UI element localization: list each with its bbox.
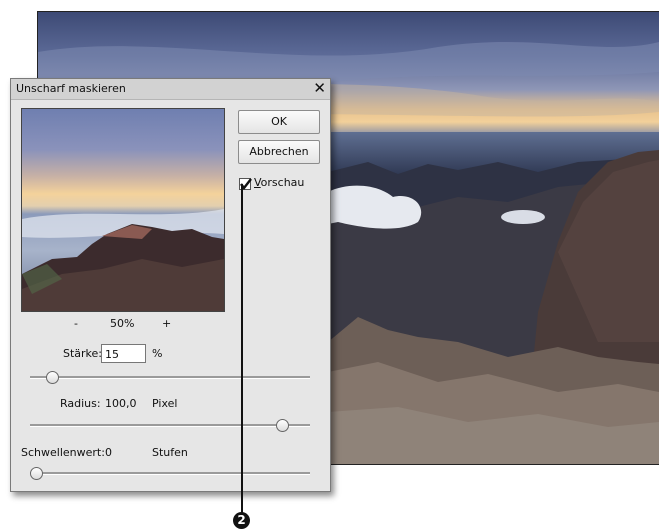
dialog-titlebar[interactable]: Unscharf maskieren ✕	[11, 79, 330, 100]
amount-input[interactable]: 15	[101, 344, 146, 363]
unsharp-mask-dialog: Unscharf maskieren ✕ - 50% + OK Abbreche…	[10, 78, 331, 492]
preview-image[interactable]	[21, 108, 225, 312]
callout-leader-line	[241, 184, 243, 513]
amount-label: Stärke:	[63, 347, 103, 360]
callout-number-badge: 2	[233, 512, 250, 529]
radius-slider-track[interactable]	[30, 424, 310, 427]
preview-label-rest: orschau	[260, 176, 305, 189]
radius-slider-thumb[interactable]	[275, 419, 289, 432]
cancel-button[interactable]: Abbrechen	[238, 140, 320, 164]
preview-checkbox-label[interactable]: Vorschau	[254, 176, 304, 189]
threshold-slider-thumb[interactable]	[30, 467, 43, 480]
threshold-unit: Stufen	[152, 446, 188, 459]
amount-slider-track[interactable]	[30, 376, 310, 379]
threshold-label: Schwellenwert:	[21, 446, 105, 459]
amount-unit: %	[152, 347, 163, 360]
radius-unit: Pixel	[152, 397, 178, 410]
dialog-title: Unscharf maskieren	[16, 82, 126, 95]
threshold-value: 0	[105, 446, 112, 459]
ok-button[interactable]: OK	[238, 110, 320, 134]
amount-slider-thumb[interactable]	[46, 371, 60, 384]
radius-value: 100,0	[105, 397, 137, 410]
close-icon[interactable]: ✕	[313, 80, 326, 96]
zoom-in-button[interactable]: +	[162, 317, 171, 330]
preview-label-mnemonic: V	[254, 176, 261, 189]
zoom-out-button[interactable]: -	[74, 317, 78, 330]
radius-label: Radius:	[60, 397, 101, 410]
threshold-slider-track[interactable]	[30, 472, 310, 475]
zoom-value: 50%	[110, 317, 135, 330]
